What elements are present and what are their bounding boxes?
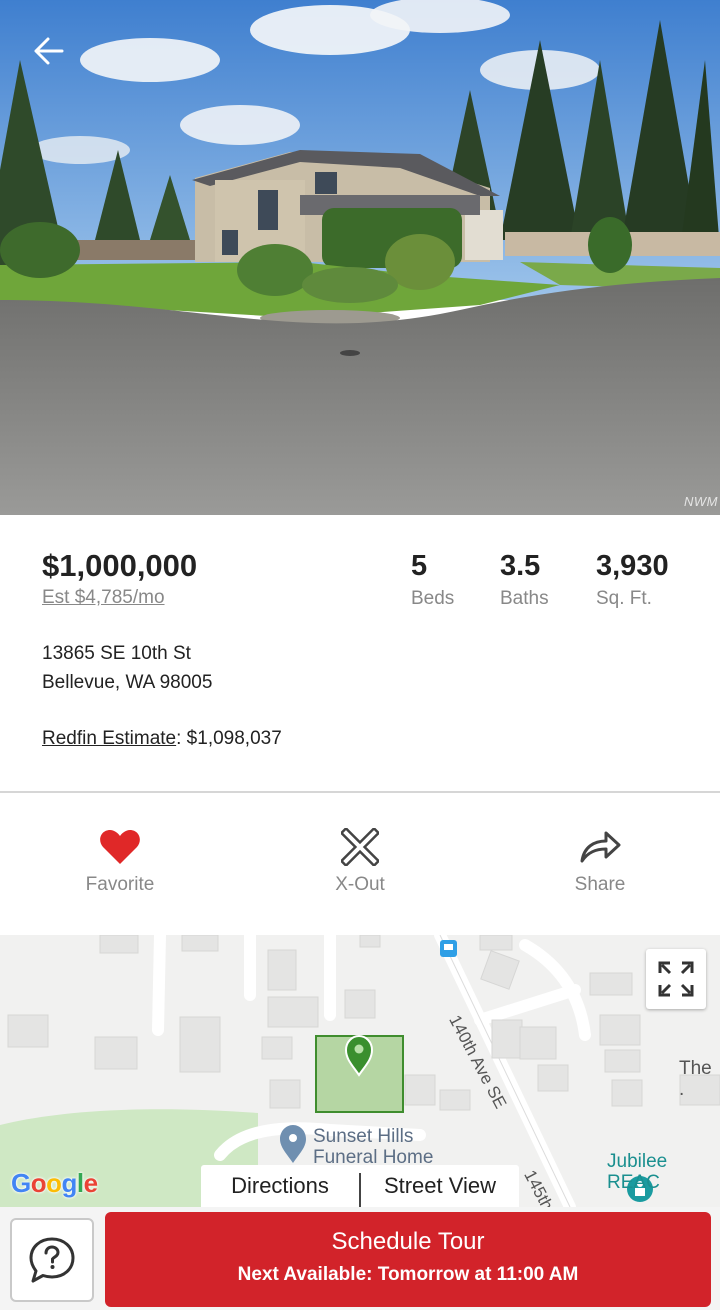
map-poi-label: Sunset Hills Funeral Home bbox=[313, 1126, 433, 1168]
schedule-tour-button[interactable]: Schedule Tour Next Available: Tomorrow a… bbox=[105, 1212, 711, 1307]
baths-label: Baths bbox=[500, 588, 549, 609]
map-place-label: The . bbox=[679, 1058, 712, 1100]
photo-watermark: NWM bbox=[684, 494, 718, 509]
monthly-estimate-link[interactable]: Est $4,785/mo bbox=[42, 587, 165, 609]
google-logo: Google bbox=[11, 1168, 98, 1198]
xout-button[interactable]: X-Out bbox=[280, 824, 440, 896]
schedule-tour-subtitle: Next Available: Tomorrow at 11:00 AM bbox=[237, 1264, 579, 1285]
beds-label: Beds bbox=[411, 588, 455, 609]
baths-stat: 3.5 Baths bbox=[500, 548, 549, 612]
favorite-button[interactable]: Favorite bbox=[40, 824, 200, 896]
sqft-label: Sq. Ft. bbox=[596, 588, 652, 609]
listing-price: $1,000,000 bbox=[42, 548, 198, 583]
share-button[interactable]: Share bbox=[520, 824, 680, 896]
x-out-icon bbox=[341, 828, 379, 866]
redfin-estimate-link[interactable]: Redfin Estimate bbox=[42, 728, 176, 749]
map-poi-line1: Sunset Hills bbox=[313, 1126, 414, 1147]
section-divider bbox=[0, 791, 720, 793]
redfin-estimate-value: : $1,098,037 bbox=[176, 728, 282, 749]
house-photo bbox=[0, 0, 720, 515]
address-line2: Bellevue, WA 98005 bbox=[42, 672, 213, 693]
chat-question-icon bbox=[29, 1237, 75, 1283]
beds-stat: 5 Beds bbox=[411, 548, 454, 612]
address-line1: 13865 SE 10th St bbox=[42, 643, 191, 664]
baths-value: 3.5 bbox=[500, 550, 541, 582]
xout-label: X-Out bbox=[335, 874, 385, 895]
sqft-stat: 3,930 Sq. Ft. bbox=[596, 548, 669, 612]
listing-photo[interactable]: NWM bbox=[0, 0, 720, 515]
share-arrow-icon bbox=[580, 831, 621, 863]
directions-button[interactable]: Directions bbox=[201, 1165, 359, 1207]
map-jubilee-label: Jubilee REAC bbox=[607, 1151, 668, 1193]
map-button-bar: Directions Street View bbox=[201, 1165, 519, 1207]
share-label: Share bbox=[574, 874, 626, 895]
sqft-value: 3,930 bbox=[596, 550, 669, 582]
help-chat-button[interactable] bbox=[10, 1218, 94, 1302]
redfin-estimate: Redfin Estimate: $1,098,037 bbox=[42, 728, 282, 750]
street-view-button[interactable]: Street View bbox=[361, 1165, 519, 1207]
beds-value: 5 bbox=[411, 550, 428, 582]
heart-icon bbox=[100, 830, 140, 864]
schedule-tour-title: Schedule Tour bbox=[331, 1228, 485, 1255]
expand-icon bbox=[658, 961, 694, 997]
arrow-left-icon bbox=[34, 37, 64, 65]
map-expand-button[interactable] bbox=[646, 949, 706, 1009]
back-button[interactable] bbox=[24, 28, 74, 74]
favorite-label: Favorite bbox=[85, 874, 155, 895]
